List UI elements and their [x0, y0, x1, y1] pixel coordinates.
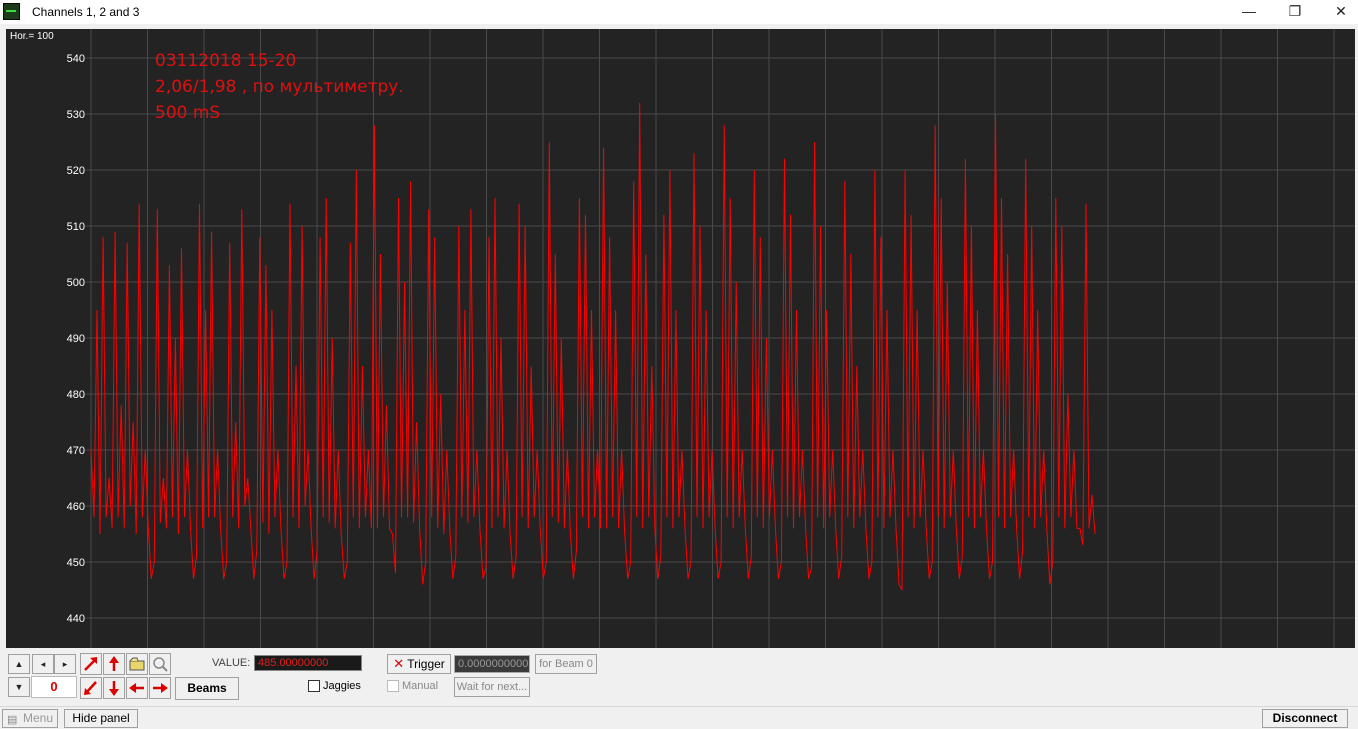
y-tick-label: 470	[67, 445, 85, 457]
arrow-down-icon[interactable]	[103, 677, 125, 699]
arrow-right-icon[interactable]	[149, 677, 171, 699]
oscilloscope-app-icon	[3, 3, 20, 20]
window-title: Channels 1, 2 and 3	[32, 5, 140, 19]
bottom-bar: ▤ Menu Hide panel Disconnect	[0, 706, 1358, 729]
annotation-line-1: 03112018 15-20	[155, 51, 297, 71]
wait-for-next-button[interactable]: Wait for next...	[454, 677, 530, 697]
open-folder-icon[interactable]	[126, 653, 148, 675]
value-field[interactable]: 485.00000000	[254, 655, 362, 671]
y-tick-label: 530	[67, 109, 85, 121]
manual-label: Manual	[402, 680, 439, 692]
zoom-icon[interactable]	[149, 653, 171, 675]
chart-grid	[86, 29, 1355, 648]
arrow-left-icon[interactable]	[126, 677, 148, 699]
signal-trace	[90, 102, 1096, 591]
annotation-line-3: 500 mS	[155, 103, 221, 123]
y-tick-label: 480	[67, 389, 85, 401]
maximize-button[interactable]: ❐	[1272, 0, 1318, 24]
arrow-up-icon[interactable]	[103, 653, 125, 675]
y-tick-label: 490	[67, 333, 85, 345]
trigger-x-icon: ✕	[393, 656, 405, 671]
y-tick-label: 440	[67, 613, 85, 625]
menu-label: Menu	[22, 711, 53, 725]
menu-button[interactable]: ▤ Menu	[2, 709, 58, 728]
scroll-right-button[interactable]: ▸	[54, 654, 76, 674]
y-tick-label: 460	[67, 501, 85, 513]
jaggies-checkbox[interactable]	[308, 680, 320, 692]
oscilloscope-plot[interactable]: 540 530 520 510 500 490 480 470 460 450 440 Hor.= …	[6, 29, 1355, 648]
value-label: VALUE:	[212, 657, 251, 669]
disconnect-button[interactable]: Disconnect	[1262, 709, 1348, 728]
close-button[interactable]: ✕	[1318, 0, 1358, 24]
trigger-label: Trigger	[407, 657, 445, 671]
for-beam-button[interactable]: for Beam 0	[535, 654, 597, 674]
offset-value-field[interactable]: 0	[31, 676, 77, 698]
y-tick-label: 520	[67, 165, 85, 177]
title-bar: Channels 1, 2 and 3 — ❐ ✕	[0, 0, 1358, 24]
annotation-line-2: 2,06/1,98 , по мультиметру.	[155, 77, 404, 97]
trigger-value-field[interactable]: 0.0000000000	[454, 655, 530, 673]
y-tick-labels: 540 530 520 510 500 490 480 470 460 450 440	[67, 53, 85, 625]
menu-icon: ▤	[7, 714, 18, 726]
trigger-button[interactable]: ✕ Trigger	[387, 654, 451, 674]
scroll-left-button[interactable]: ◂	[32, 654, 54, 674]
horizontal-scale-label: Hor.= 100	[10, 31, 54, 42]
scroll-down-button[interactable]: ▼	[8, 677, 30, 697]
minimize-button[interactable]: —	[1226, 0, 1272, 24]
y-tick-label: 450	[67, 557, 85, 569]
jaggies-label: Jaggies	[323, 680, 361, 692]
arrow-diagonal-down-icon[interactable]	[80, 677, 102, 699]
y-tick-label: 500	[67, 277, 85, 289]
manual-checkbox[interactable]	[387, 680, 399, 692]
scroll-up-button[interactable]: ▲	[8, 654, 30, 674]
beams-button[interactable]: Beams	[175, 677, 239, 700]
y-tick-label: 540	[67, 53, 85, 65]
arrow-diagonal-up-icon[interactable]	[80, 653, 102, 675]
hide-panel-button[interactable]: Hide panel	[64, 709, 138, 728]
y-tick-label: 510	[67, 221, 85, 233]
